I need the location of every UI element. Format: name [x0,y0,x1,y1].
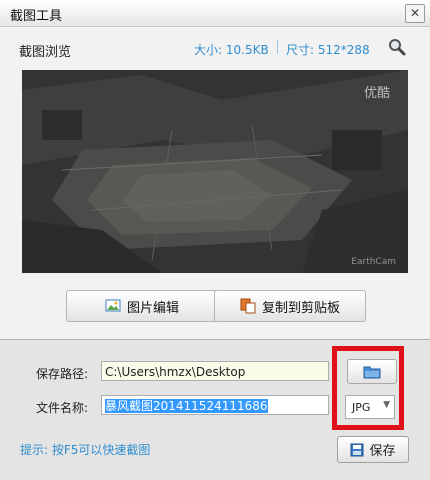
file-name-input[interactable]: 暴风截图201411524111686 [101,395,329,415]
hint-text: 提示: 按F5可以快速截图 [20,443,151,457]
screenshot-preview: 优酷 EarthCam [22,70,408,273]
close-button[interactable]: ✕ [405,4,425,23]
file-name-label: 文件名称: [36,401,89,415]
save-path-label: 保存路径: [36,367,89,381]
file-name-value: 暴风截图201411524111686 [105,399,268,413]
window-title: 截图工具 [10,9,63,24]
copy-to-clipboard-button[interactable]: 复制到剪贴板 [214,290,366,322]
info-separator [277,40,278,54]
save-icon [350,443,364,456]
image-edit-label: 图片编辑 [126,300,179,316]
save-button[interactable]: 保存 [337,436,409,463]
preview-label: 截图浏览 [19,45,72,60]
highlight-annotation [332,346,404,430]
copy-to-clipboard-label: 复制到剪贴板 [261,300,340,316]
close-icon: ✕ [409,6,421,20]
image-edit-icon [105,299,121,312]
title-bar: 截图工具 ✕ [0,0,430,27]
search-icon[interactable] [388,38,406,56]
save-path-input[interactable]: C:\Users\hmzx\Desktop [101,361,329,381]
image-edit-button[interactable]: 图片编辑 [66,290,218,322]
dimensions-text: 尺寸: 512*288 [286,43,370,57]
save-label: 保存 [369,444,396,459]
file-size-text: 大小: 10.5KB [194,43,269,57]
preview-image [22,70,408,273]
copy-icon [240,298,256,314]
watermark-text: EarthCam [351,257,396,267]
watermark-logo: 优酷 [363,86,390,101]
